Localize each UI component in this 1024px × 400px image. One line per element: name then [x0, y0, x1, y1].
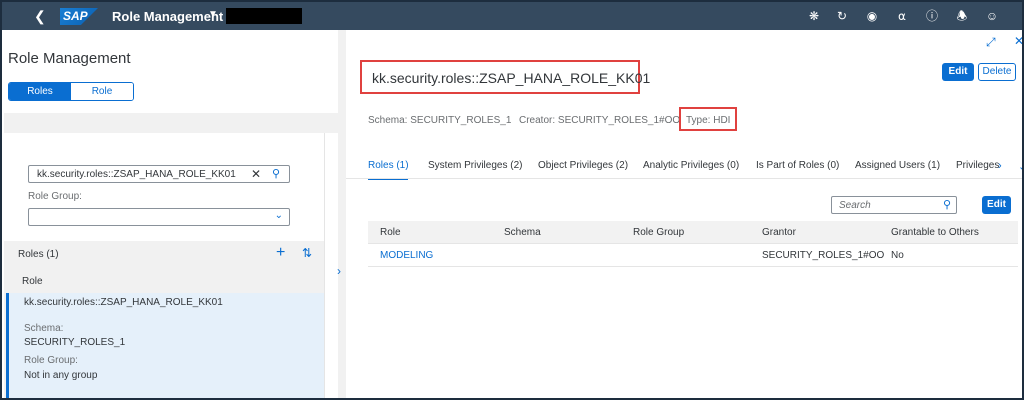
shell-bar: ❮ SAP Role Management ▼ ❋ ↻ ◉ ⍺ ⓘ 🕭 ☺	[2, 2, 1022, 30]
segment-role-groups[interactable]: Role Groups	[71, 83, 133, 100]
help-center-icon[interactable]: ⍺	[894, 8, 910, 24]
tab-object-privileges[interactable]: Object Privileges (2)	[538, 160, 628, 171]
page-title: kk.security.roles::ZSAP_HANA_ROLE_KK01	[360, 60, 650, 94]
left-gap	[4, 113, 338, 133]
pane-divider	[324, 133, 338, 398]
table-edit-button[interactable]: Edit	[982, 196, 1011, 214]
col-role-group: Role Group	[633, 227, 685, 238]
item-schema-value: SECURITY_ROLES_1	[24, 337, 126, 348]
search-value: kk.security.roles::ZSAP_HANA_ROLE_KK01	[37, 169, 236, 180]
table-search-placeholder: Search	[839, 200, 871, 211]
app-menu-chevron-icon[interactable]: ▼	[208, 9, 218, 20]
tabs-next-icon[interactable]: ›	[998, 160, 1002, 172]
splitter[interactable]	[338, 30, 346, 398]
roles-table: Role Schema Role Group Grantor Grantable…	[368, 221, 1018, 267]
sap-logo[interactable]: SAP	[60, 8, 98, 25]
tab-roles[interactable]: Roles (1)	[368, 160, 409, 171]
item-group-label: Role Group:	[24, 355, 78, 366]
edit-button[interactable]: Edit	[942, 63, 974, 81]
role-segmented-button: Roles Role Groups	[8, 82, 134, 101]
clear-icon[interactable]: ✕	[251, 167, 261, 181]
cell-grantable: No	[891, 250, 904, 261]
table-row[interactable]: MODELING SECURITY_ROLES_1#OO No	[368, 244, 1018, 267]
cell-grantor: SECURITY_ROLES_1#OO	[762, 250, 885, 261]
settings-icon[interactable]: ❋	[806, 8, 822, 24]
left-header: Role Management Roles Role Groups	[4, 30, 338, 113]
role-search-input[interactable]: kk.security.roles::ZSAP_HANA_ROLE_KK01 ✕…	[28, 165, 290, 183]
type-attribute: Type: HDI	[686, 115, 731, 126]
tab-is-part-of-roles[interactable]: Is Part of Roles (0)	[756, 160, 839, 171]
tabs-overflow-icon[interactable]: ⌄	[1018, 160, 1022, 173]
item-schema-label: Schema:	[24, 323, 64, 334]
left-title: Role Management	[8, 50, 131, 67]
user-icon[interactable]: ☺	[984, 8, 1000, 24]
notification-toggle-icon[interactable]: ◉	[864, 8, 880, 24]
detail-pane: ⤢ ✕ kk.security.roles::ZSAP_HANA_ROLE_KK…	[346, 30, 1022, 398]
close-icon[interactable]: ✕	[1014, 34, 1022, 48]
bell-icon[interactable]: 🕭	[954, 8, 970, 24]
back-icon[interactable]: ❮	[34, 8, 46, 25]
app-title[interactable]: Role Management	[112, 9, 223, 24]
column-role: Role	[22, 276, 43, 287]
redacted-area	[226, 8, 302, 24]
sort-icon[interactable]: ⇅	[302, 246, 312, 260]
tab-privileges[interactable]: Privileges	[956, 160, 999, 171]
fullscreen-icon[interactable]: ⤢	[986, 35, 996, 50]
table-header: Role Schema Role Group Grantor Grantable…	[368, 221, 1018, 244]
creator-attribute: Creator: SECURITY_ROLES_1#OO	[519, 115, 681, 126]
role-group-select[interactable]: ⌄	[28, 208, 290, 226]
chevron-down-icon[interactable]: ⌄	[275, 210, 283, 221]
search-icon[interactable]: ⚲	[272, 167, 280, 180]
header-separator	[346, 178, 1022, 179]
chevron-right-icon[interactable]: ›	[337, 264, 341, 278]
tab-assigned-users[interactable]: Assigned Users (1)	[855, 160, 940, 171]
help-icon[interactable]: ⓘ	[924, 8, 940, 24]
item-name: kk.security.roles::ZSAP_HANA_ROLE_KK01	[24, 297, 223, 308]
refresh-icon[interactable]: ↻	[834, 8, 850, 24]
app-frame: ❮ SAP Role Management ▼ ❋ ↻ ◉ ⍺ ⓘ 🕭 ☺ Ro…	[0, 0, 1024, 400]
tab-bar: Roles (1) System Privileges (2) Object P…	[346, 154, 1022, 179]
filter-panel: kk.security.roles::ZSAP_HANA_ROLE_KK01 ✕…	[4, 133, 324, 241]
segment-roles[interactable]: Roles	[9, 83, 71, 100]
col-schema: Schema	[504, 227, 541, 238]
tab-system-privileges[interactable]: System Privileges (2)	[428, 160, 522, 171]
delete-button[interactable]: Delete	[978, 63, 1016, 81]
role-list: Roles (1) + ⇅ Role kk.security.roles::ZS…	[4, 241, 324, 398]
col-role: Role	[380, 227, 401, 238]
roles-count: Roles (1)	[18, 249, 59, 260]
table-search-input[interactable]: Search ⚲	[831, 196, 957, 214]
list-item[interactable]: kk.security.roles::ZSAP_HANA_ROLE_KK01 S…	[6, 293, 324, 398]
role-group-label: Role Group:	[28, 191, 82, 202]
schema-attribute: Schema: SECURITY_ROLES_1	[368, 115, 512, 126]
cell-role[interactable]: MODELING	[380, 250, 433, 261]
logo-text: SAP	[63, 9, 88, 23]
tab-analytic-privileges[interactable]: Analytic Privileges (0)	[643, 160, 739, 171]
item-group-value: Not in any group	[24, 370, 98, 381]
add-icon[interactable]: +	[276, 244, 285, 262]
col-grantor: Grantor	[762, 227, 796, 238]
col-grantable: Grantable to Others	[891, 227, 979, 238]
search-icon[interactable]: ⚲	[943, 198, 951, 211]
